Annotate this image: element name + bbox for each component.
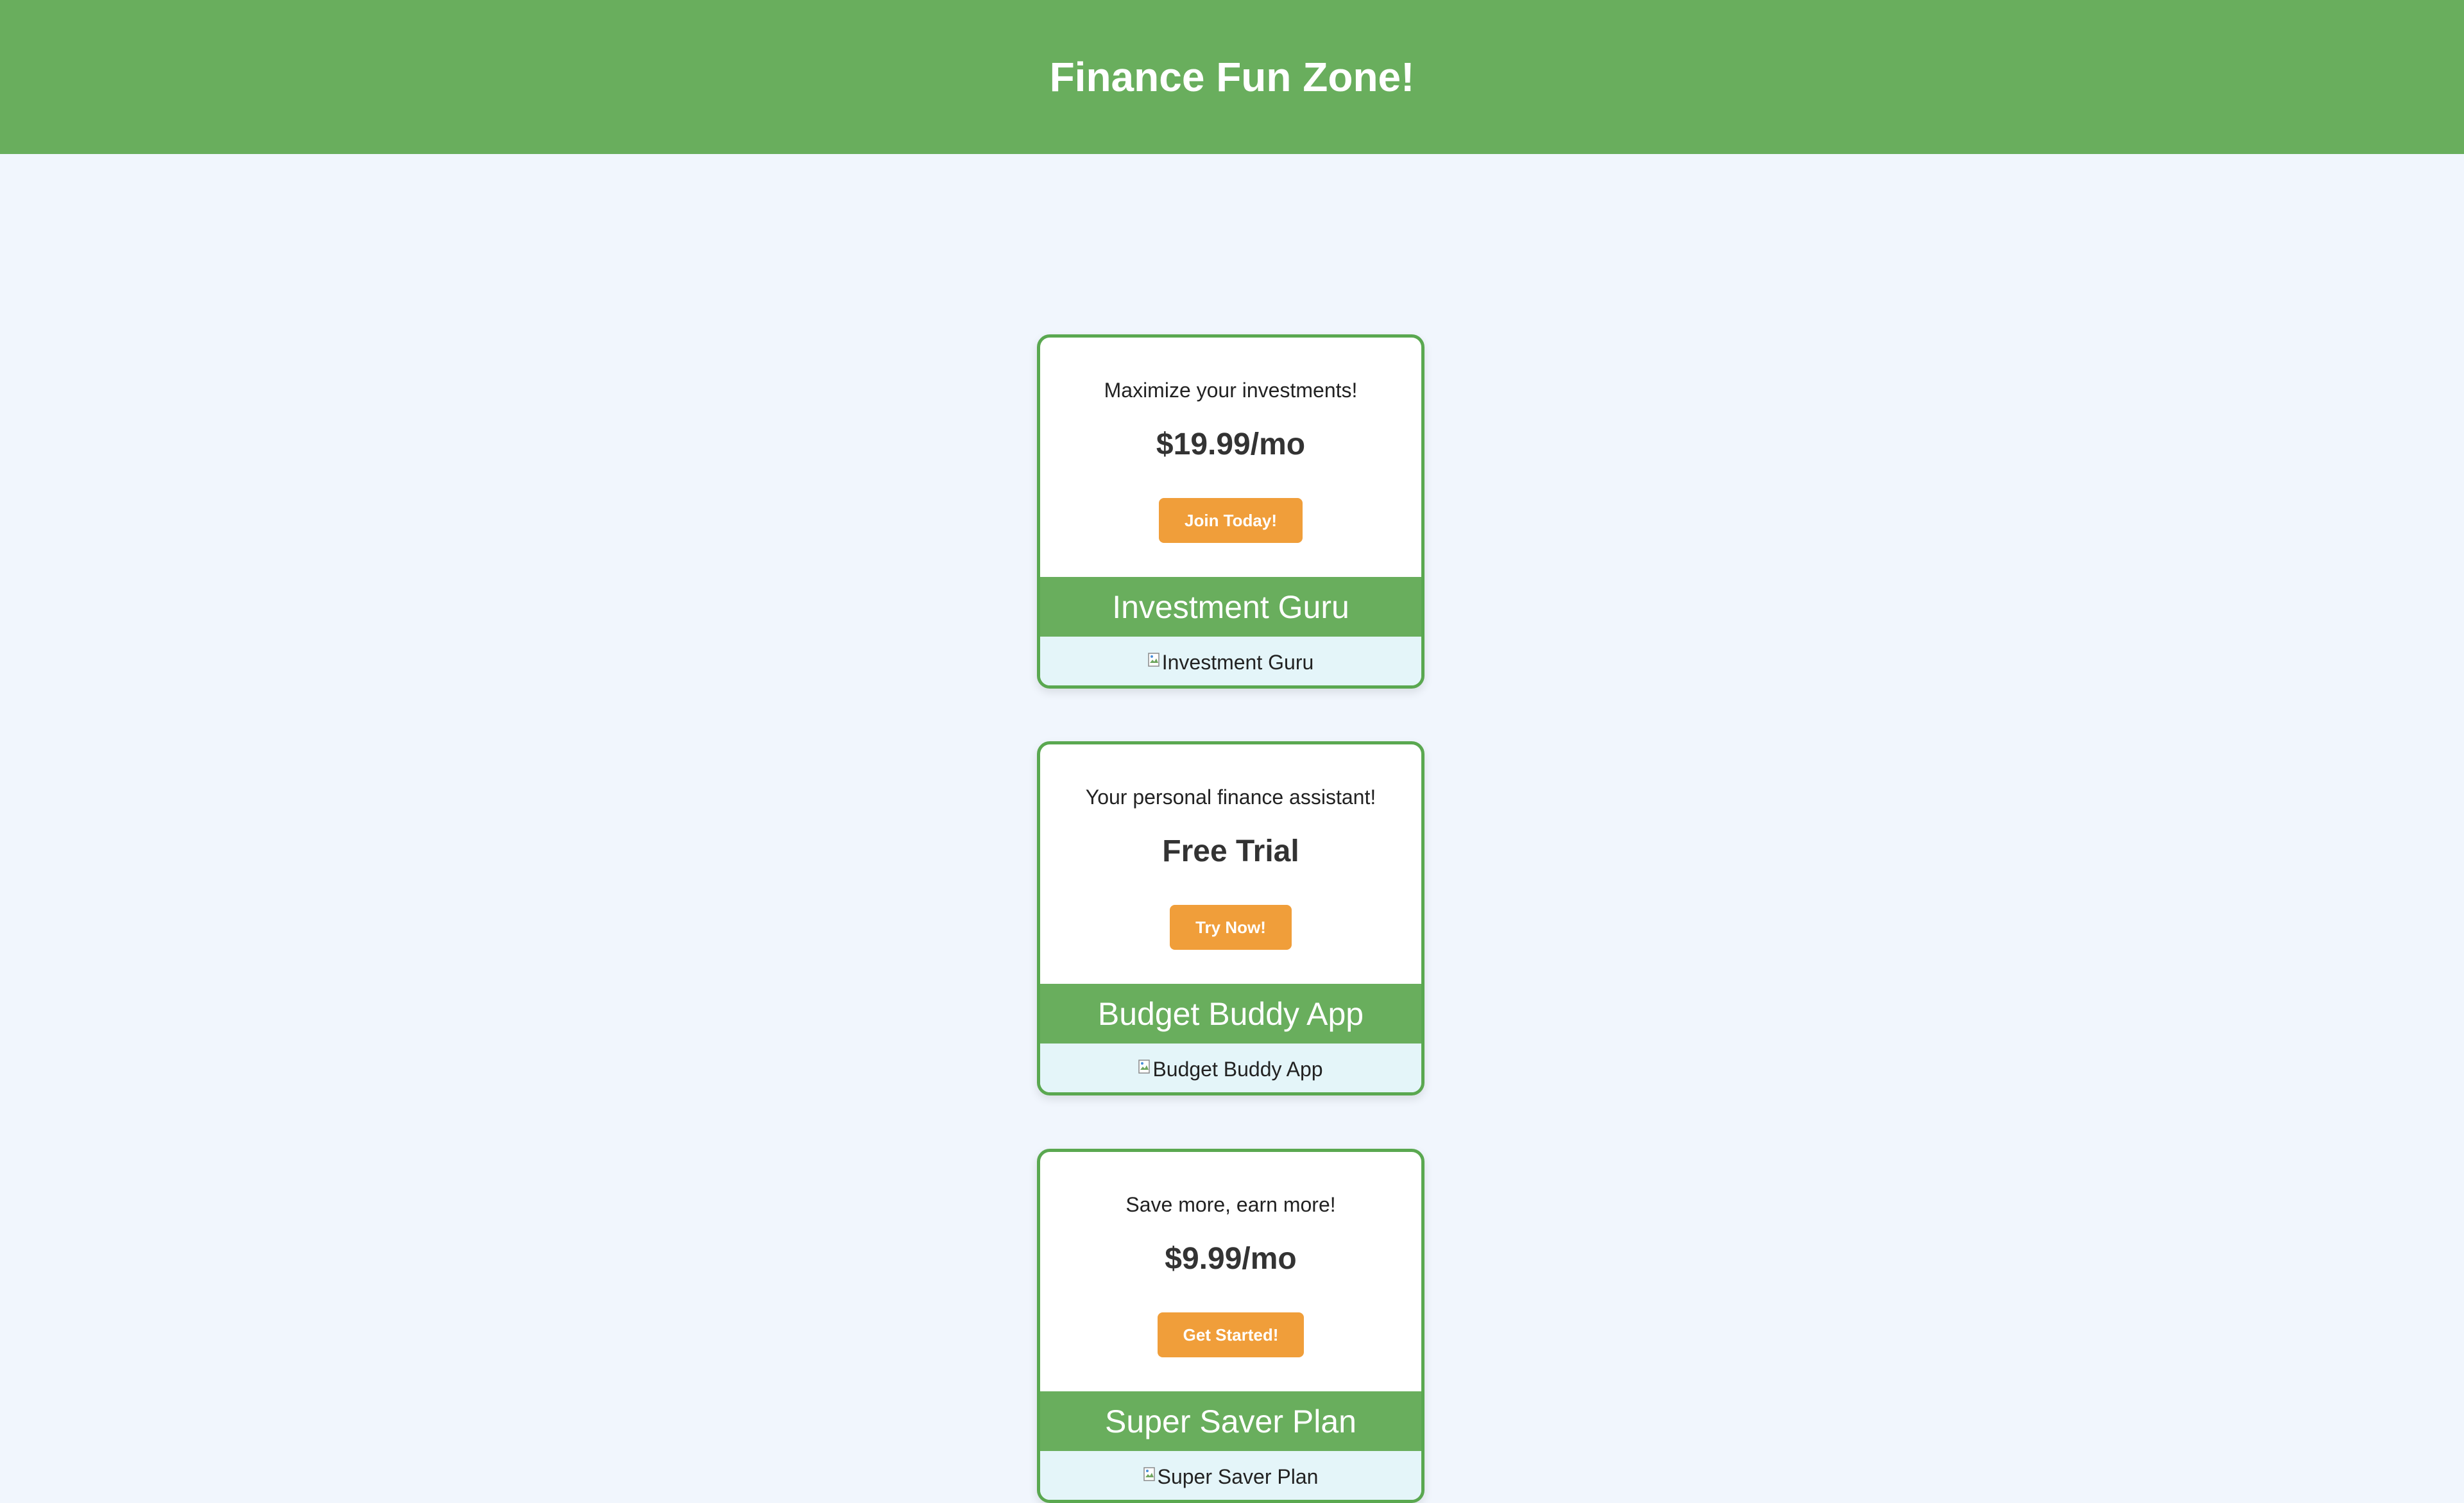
cta-wrapper: Try Now! [1040,905,1421,950]
card-name: Super Saver Plan [1105,1403,1356,1439]
card-tagline: Maximize your investments! [1104,379,1358,402]
ad-card-budget-buddy: Your personal finance assistant! Free Tr… [1037,741,1425,1095]
card-image: Budget Buddy App [1040,1044,1421,1092]
broken-image: Super Saver Plan [1143,1465,1319,1489]
card-name: Budget Buddy App [1097,995,1364,1032]
card-tagline: Save more, earn more! [1125,1193,1336,1216]
card-tagline: Your personal finance assistant! [1085,786,1376,809]
broken-image: Investment Guru [1147,651,1314,674]
page-header: Finance Fun Zone! [0,0,2464,154]
card-name-bar: Investment Guru [1040,577,1421,637]
card-body: Save more, earn more! $9.99/mo Get Start… [1040,1152,1421,1391]
image-alt-text: Super Saver Plan [1157,1465,1319,1488]
card-body: Maximize your investments! $19.99/mo Joi… [1040,338,1421,577]
card-image: Super Saver Plan [1040,1451,1421,1500]
card-name: Investment Guru [1112,588,1349,625]
card-price: $19.99/mo [1156,427,1306,461]
broken-image-icon [1143,1466,1155,1481]
broken-image-icon [1138,1059,1151,1074]
image-alt-text: Investment Guru [1161,651,1314,674]
image-alt-text: Budget Buddy App [1152,1058,1323,1081]
join-today-button[interactable]: Join Today! [1159,498,1303,543]
broken-image-icon [1147,652,1159,667]
cta-wrapper: Get Started! [1040,1312,1421,1357]
try-now-button[interactable]: Try Now! [1170,905,1292,950]
card-price: Free Trial [1162,834,1299,868]
cta-wrapper: Join Today! [1040,498,1421,543]
card-name-bar: Super Saver Plan [1040,1391,1421,1451]
ad-card-super-saver: Save more, earn more! $9.99/mo Get Start… [1037,1149,1425,1503]
ad-card-investment-guru: Maximize your investments! $19.99/mo Joi… [1037,334,1425,689]
card-image: Investment Guru [1040,637,1421,685]
broken-image: Budget Buddy App [1138,1058,1323,1081]
page-title: Finance Fun Zone! [1049,54,1415,100]
card-name-bar: Budget Buddy App [1040,984,1421,1044]
card-body: Your personal finance assistant! Free Tr… [1040,744,1421,984]
get-started-button[interactable]: Get Started! [1157,1312,1305,1357]
card-price: $9.99/mo [1165,1242,1297,1276]
